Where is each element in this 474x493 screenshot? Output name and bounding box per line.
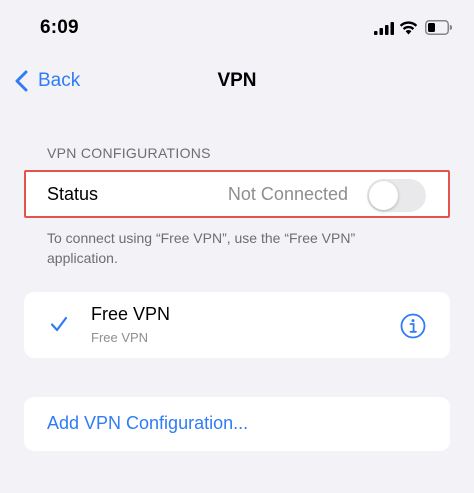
- status-bar: 6:09: [0, 0, 474, 50]
- status-value: Not Connected: [227, 184, 348, 204]
- info-icon[interactable]: [400, 313, 426, 339]
- status-row: Status Not Connected: [24, 170, 450, 218]
- checkmark-icon: [50, 316, 68, 332]
- toggle-knob: [369, 181, 398, 210]
- page-title: VPN: [217, 70, 257, 91]
- vpn-status-toggle[interactable]: [367, 179, 426, 212]
- vpn-name: Free VPN: [91, 304, 171, 324]
- battery-icon: [425, 20, 452, 35]
- status-label: Status: [47, 184, 99, 204]
- vpn-subtitle: Free VPN: [91, 330, 149, 345]
- section-footer-note: To connect using “Free VPN”, use the “Fr…: [47, 230, 356, 266]
- vpn-list-item[interactable]: Free VPN Free VPN: [24, 292, 450, 358]
- wifi-icon: [399, 21, 418, 35]
- add-vpn-configuration-button[interactable]: Add VPN Configuration...: [24, 397, 450, 451]
- section-header-vpn-configurations: VPN CONFIGURATIONS: [47, 145, 211, 161]
- vpn-settings-screen: 6:09 Back VPN VPN CONFIGURATIONS Status …: [0, 0, 474, 493]
- signal-icon: [374, 22, 394, 35]
- status-time: 6:09: [40, 17, 79, 38]
- add-vpn-configuration-label: Add VPN Configuration...: [47, 413, 249, 433]
